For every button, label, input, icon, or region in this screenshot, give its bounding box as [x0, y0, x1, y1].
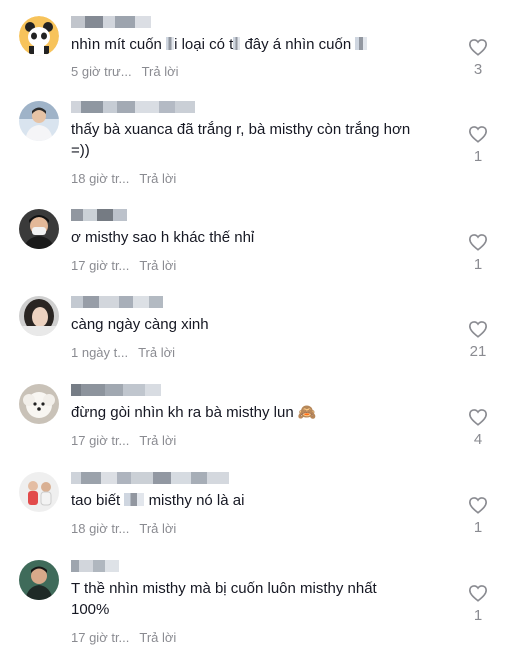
- like-button[interactable]: 1: [464, 496, 492, 536]
- comment-meta: 17 giờ tr... Trả lời: [71, 630, 176, 645]
- person-avatar: [19, 101, 59, 141]
- timestamp: 5 giờ trư...: [71, 64, 132, 79]
- timestamp: 17 giờ tr...: [71, 630, 130, 645]
- comment-meta: 18 giờ tr... Trả lời: [71, 171, 176, 186]
- heart-icon: [468, 409, 488, 426]
- comment-meta: 17 giờ tr... Trả lời: [71, 433, 176, 448]
- timestamp: 1 ngày t...: [71, 345, 129, 360]
- heart-icon: [468, 497, 488, 514]
- panda-avatar: [19, 16, 59, 56]
- comment-text: càng ngày càng xinh: [71, 316, 209, 333]
- comment-text: ơ misthy sao h khác thế nhỉ: [71, 229, 255, 246]
- reply-button[interactable]: Trả lời: [142, 64, 179, 79]
- like-count: 3: [473, 61, 483, 78]
- like-count: 1: [473, 607, 483, 624]
- avatar[interactable]: [19, 560, 59, 600]
- like-button[interactable]: 21: [464, 320, 492, 360]
- comment-text: đừng gòi nhìn kh ra bà misthy lun 🙈: [71, 404, 317, 421]
- masked-person-avatar: [19, 209, 59, 249]
- timestamp: 17 giờ tr...: [71, 258, 130, 273]
- selfie-avatar: [19, 560, 59, 600]
- reply-button[interactable]: Trả lời: [139, 433, 176, 448]
- like-count: 21: [469, 343, 487, 360]
- username[interactable]: [71, 472, 261, 485]
- heart-icon: [468, 585, 488, 602]
- comment-meta: 18 giờ tr... Trả lời: [71, 521, 176, 536]
- like-button[interactable]: 3: [464, 38, 492, 78]
- comment-meta: 1 ngày t... Trả lời: [71, 345, 175, 360]
- comment-meta: 5 giờ trư... Trả lời: [71, 64, 179, 79]
- comment-text: thấy bà xuanca đã trắng r, bà misthy còn…: [71, 121, 411, 159]
- like-count: 1: [473, 148, 483, 165]
- heart-icon: [468, 234, 488, 251]
- like-count: 1: [473, 519, 483, 536]
- avatar[interactable]: [19, 101, 59, 141]
- like-button[interactable]: 1: [464, 584, 492, 624]
- reply-button[interactable]: Trả lời: [139, 630, 176, 645]
- username[interactable]: [71, 296, 163, 309]
- heart-icon: [468, 321, 488, 338]
- username[interactable]: [71, 16, 191, 29]
- avatar[interactable]: [19, 209, 59, 249]
- girl-avatar: [19, 296, 59, 336]
- avatar[interactable]: [19, 384, 59, 424]
- heart-icon: [468, 39, 488, 56]
- like-button[interactable]: 1: [464, 233, 492, 273]
- like-button[interactable]: 4: [464, 408, 492, 448]
- timestamp: 17 giờ tr...: [71, 433, 130, 448]
- avatar[interactable]: [19, 296, 59, 336]
- like-count: 4: [473, 431, 483, 448]
- comment-text: nhìn mít cuốn i loại có t đây á nhìn cuố…: [71, 34, 461, 55]
- timestamp: 18 giờ tr...: [71, 171, 130, 186]
- reply-button[interactable]: Trả lời: [138, 345, 175, 360]
- comment-text: T thề nhìn misthy mà bị cuốn luôn misthy…: [71, 580, 377, 618]
- dog-avatar: [19, 384, 59, 424]
- avatar[interactable]: [19, 16, 59, 56]
- reply-button[interactable]: Trả lời: [139, 171, 176, 186]
- reply-button[interactable]: Trả lời: [139, 258, 176, 273]
- username[interactable]: [71, 209, 131, 222]
- username[interactable]: [71, 101, 211, 114]
- username[interactable]: [71, 384, 175, 397]
- reply-button[interactable]: Trả lời: [139, 521, 176, 536]
- comment-text: tao biết misthy nó là ai: [71, 492, 245, 509]
- comment-meta: 17 giờ tr... Trả lời: [71, 258, 176, 273]
- like-button[interactable]: 1: [464, 125, 492, 165]
- avatar[interactable]: [19, 472, 59, 512]
- timestamp: 18 giờ tr...: [71, 521, 130, 536]
- heart-icon: [468, 126, 488, 143]
- username[interactable]: [71, 560, 121, 573]
- like-count: 1: [473, 256, 483, 273]
- group-avatar: [19, 472, 59, 512]
